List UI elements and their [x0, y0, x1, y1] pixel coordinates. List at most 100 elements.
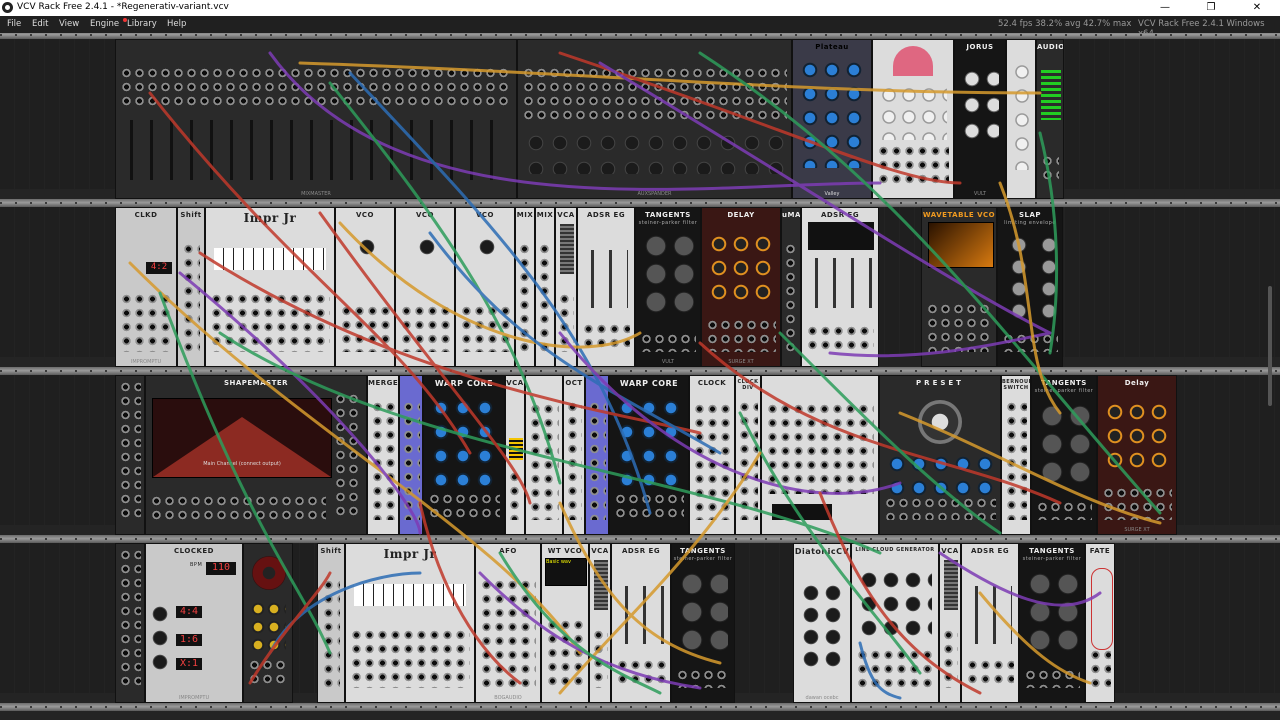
module-shapemaster[interactable]: SHAPEMASTER Main Channel (connect output… [145, 375, 367, 535]
module-label: dawan ocebc [805, 695, 839, 701]
module-merge[interactable]: MERGE [367, 375, 399, 535]
menu-help[interactable]: Help [167, 19, 186, 29]
module-auxspander[interactable]: AUXSPANDER [517, 39, 792, 199]
module-warp-core-1[interactable]: WARP CORE [423, 375, 505, 535]
module-fate[interactable]: FATE [1085, 543, 1115, 703]
module-warp-core-2[interactable]: WARP CORE [609, 375, 689, 535]
module-bernoulli-switch[interactable]: BERNOULLI SWITCH [1001, 375, 1031, 535]
module-title: WARP CORE [434, 379, 494, 388]
module-cloud-generator[interactable]: LINE CLOUD GENERATOR [851, 543, 939, 703]
window-titlebar: VCV Rack Free 2.4.1 - *Regenerativ-varia… [0, 0, 1280, 16]
module-wavetable-vco[interactable]: WAVETABLE VCO [921, 207, 997, 367]
module-row4-jacks[interactable] [115, 543, 145, 703]
module-afo[interactable]: AFO BOGAUDIO [475, 543, 541, 703]
clkd-display: 4:2 [146, 262, 172, 274]
module-title: VCA [506, 379, 524, 387]
window-title: VCV Rack Free 2.4.1 - *Regenerativ-varia… [17, 2, 229, 12]
module-cdg[interactable] [872, 39, 954, 199]
module-mixmaster[interactable]: MIXMASTER [115, 39, 517, 199]
vcv-rack-logo-icon [2, 2, 13, 13]
module-title: FATE [1089, 547, 1111, 555]
module-slap[interactable]: SLAP limiting envelope [997, 207, 1063, 367]
module-audio[interactable]: AUDIO [1036, 39, 1064, 199]
module-title: VCA [591, 547, 609, 555]
module-title: ADSR EG [621, 547, 661, 555]
module-label: IMPROMPTU [130, 359, 162, 365]
vertical-scrollbar[interactable] [1268, 286, 1272, 406]
rack-rail [0, 535, 1280, 543]
module-jorus[interactable]: JORUS VULT [954, 39, 1006, 199]
module-adsr-eg-4[interactable]: ADSR EG [611, 543, 671, 703]
module-title: SHAPEMASTER [223, 379, 289, 387]
module-tangents-3[interactable]: TANGENTS steiner-parker filter [1031, 375, 1097, 535]
module-title: Shift [320, 547, 342, 555]
clocked-bpm-label: BPM [190, 562, 203, 568]
rack-canvas[interactable]: MIXMASTER AUXSPANDER Plateau Valley JORU… [0, 33, 1280, 720]
module-vco-2[interactable]: VCO [395, 207, 455, 367]
performance-stats: 52.4 fps 38.2% avg 42.7% max [998, 19, 1132, 29]
menu-library[interactable]: Library [127, 19, 157, 29]
module-shift-4[interactable]: Shift [317, 543, 345, 703]
module-vca-4[interactable]: VCA [589, 543, 611, 703]
module-mixer-small[interactable] [1006, 39, 1036, 199]
module-label: Valley [824, 191, 840, 197]
minimize-button[interactable]: — [1142, 0, 1188, 16]
shapemaster-screen[interactable]: Main Channel (connect output) [152, 398, 332, 478]
module-mix-1[interactable]: MIX [515, 207, 535, 367]
module-title: VCO [355, 211, 374, 219]
module-mix-2[interactable]: MIX [535, 207, 555, 367]
module-clkd[interactable]: CLKD 4:2 IMPROMPTU [115, 207, 177, 367]
menu-file[interactable]: File [7, 19, 21, 29]
module-impr-jr-4[interactable]: Impr Jr [345, 543, 475, 703]
module-plateau[interactable]: Plateau Valley [792, 39, 872, 199]
module-random-router[interactable] [761, 375, 879, 535]
menu-view[interactable]: View [59, 19, 79, 29]
module-umap[interactable]: uMAP [781, 207, 801, 367]
module-label: BOGAUDIO [494, 695, 522, 701]
module-title: MIX [516, 211, 534, 219]
module-adsr-eg-2[interactable]: ADSR EG [801, 207, 879, 367]
module-title: TANGENTS [1041, 379, 1087, 387]
module-clock[interactable]: CLOCK [689, 375, 735, 535]
module-label: IMPROMPTU [178, 695, 210, 701]
module-impr-jr[interactable]: Impr Jr [205, 207, 335, 367]
module-row3-jacks[interactable] [115, 375, 145, 535]
module-subtitle: steiner-parker filter [638, 220, 698, 226]
module-title: WAVETABLE VCO [922, 211, 996, 219]
module-preset[interactable]: PRESET [879, 375, 1001, 535]
module-oct-seq[interactable] [525, 375, 563, 535]
close-button[interactable]: ✕ [1234, 0, 1280, 16]
module-shift-3b[interactable] [585, 375, 609, 535]
module-diatoniccv[interactable]: DiatonicCV dawan ocebc [793, 543, 851, 703]
module-label: VULT [661, 359, 675, 365]
module-oct[interactable]: OCT [563, 375, 585, 535]
module-adsr-eg[interactable]: ADSR EG [577, 207, 635, 367]
module-surge-delay[interactable]: DELAY SURGE XT [701, 207, 781, 367]
module-title: uMAP [782, 211, 801, 219]
module-vca[interactable]: VCA [555, 207, 577, 367]
module-shift[interactable]: Shift [177, 207, 205, 367]
module-wt-vco[interactable]: WT VCO Basic wav [541, 543, 589, 703]
maximize-button[interactable]: ❐ [1188, 0, 1234, 16]
clocked-ratio-2: 1:6 [176, 634, 202, 646]
module-vca-5[interactable]: VCA [939, 543, 961, 703]
module-label: AUXSPANDER [637, 191, 672, 197]
module-vca-3[interactable]: VCA [505, 375, 525, 535]
module-seq-gate[interactable] [243, 543, 293, 703]
module-vco-3[interactable]: VCO [455, 207, 515, 367]
module-clocked[interactable]: CLOCKED BPM 110 4:4 1:6 X:1 IMPROMPTU [145, 543, 243, 703]
module-title: ADSR EG [970, 547, 1010, 555]
menu-edit[interactable]: Edit [32, 19, 48, 29]
shapemaster-info: Main Channel (connect output) [203, 461, 281, 467]
module-tangents-4[interactable]: TANGENTS steiner-parker filter [671, 543, 735, 703]
module-shift-3[interactable] [399, 375, 423, 535]
module-adsr-eg-5[interactable]: ADSR EG [961, 543, 1019, 703]
clocked-ratio-1: 4:4 [176, 606, 202, 618]
module-vco-1[interactable]: VCO [335, 207, 395, 367]
module-tangents-5[interactable]: TANGENTS steiner-parker filter [1019, 543, 1085, 703]
module-delay-3[interactable]: Delay SURGE XT [1097, 375, 1177, 535]
module-title: CLOCK DIV [737, 379, 759, 391]
menu-engine[interactable]: Engine [90, 19, 119, 29]
module-clock-div[interactable]: CLOCK DIV [735, 375, 761, 535]
module-tangents[interactable]: TANGENTS steiner-parker filter VULT [635, 207, 701, 367]
